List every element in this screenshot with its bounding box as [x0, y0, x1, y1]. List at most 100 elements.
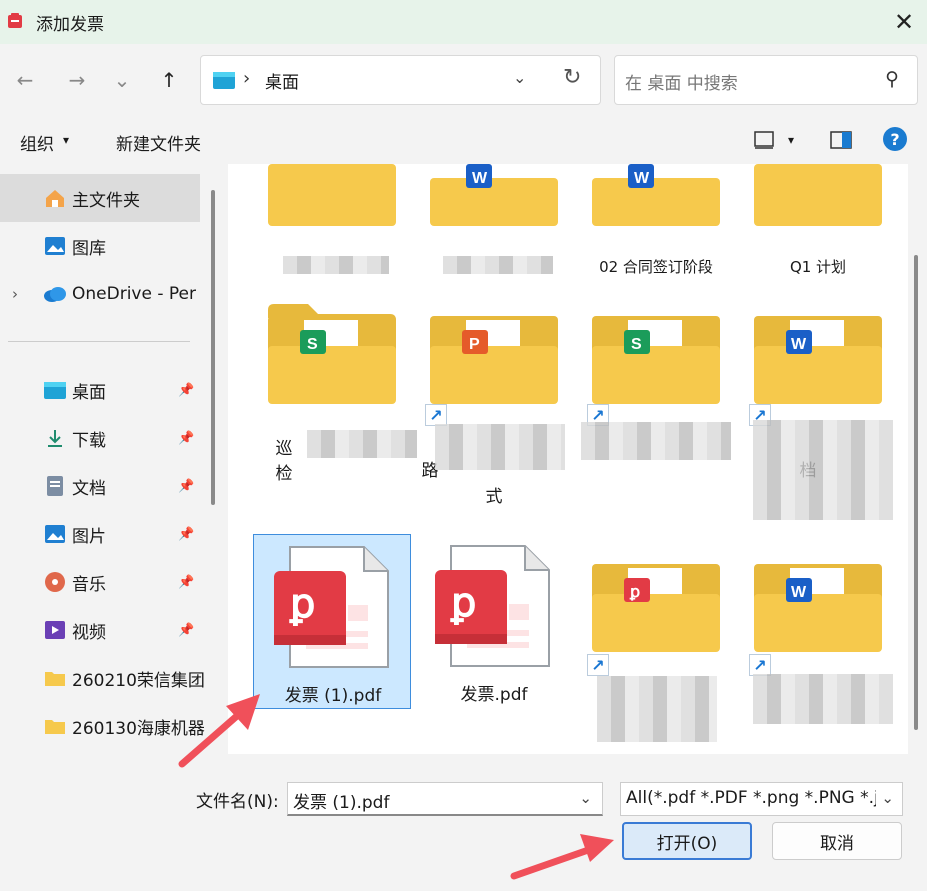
- organize-button[interactable]: 组织: [20, 130, 54, 155]
- search-input[interactable]: 在 桌面 中搜索: [625, 69, 738, 94]
- breadcrumb-desktop[interactable]: 桌面: [265, 68, 299, 93]
- folder-word-icon: W: [592, 164, 720, 226]
- sidebar-item-folder-260210[interactable]: 260210荣信集团: [0, 654, 205, 702]
- shortcut-arrow-icon: ↗: [749, 654, 771, 676]
- window-title: 添加发票: [36, 15, 104, 35]
- svg-text:ꝑ: ꝑ: [450, 581, 476, 625]
- sidebar-item-label: 桌面: [72, 382, 106, 403]
- blurred-label: [283, 256, 389, 274]
- pdf-file-icon: ꝑ: [435, 545, 550, 667]
- pin-icon[interactable]: 📌: [178, 527, 194, 542]
- filename-label: 文件名(N):: [196, 792, 279, 812]
- folder-item[interactable]: W: [415, 164, 573, 284]
- sidebar-item-label: 文档: [72, 478, 106, 499]
- folder-item[interactable]: S ↗: [577, 294, 735, 514]
- folder-item[interactable]: ꝑ ↗: [577, 534, 735, 744]
- navigation-pane: 主文件夹 图库 › OneDrive - Per 桌面 📌 下载 📌 文档 📌: [0, 164, 212, 754]
- search-box[interactable]: 在 桌面 中搜索 ⚲: [614, 55, 918, 105]
- file-label: Q1 计划: [789, 258, 847, 274]
- blurred-label: [597, 676, 717, 742]
- search-icon[interactable]: ⚲: [885, 68, 899, 90]
- shortcut-arrow-icon: ↗: [425, 404, 447, 426]
- folder-item[interactable]: W ↗: [739, 534, 897, 734]
- filename-dropdown-icon[interactable]: ⌄: [579, 789, 592, 807]
- preview-pane-icon[interactable]: [830, 131, 852, 149]
- file-label: 发票 (1).pdf: [284, 686, 382, 706]
- svg-text:S: S: [307, 336, 318, 353]
- document-icon: [43, 474, 67, 498]
- close-button[interactable]: ✕: [881, 0, 927, 44]
- sidebar-item-documents[interactable]: 文档 📌: [0, 462, 200, 510]
- pin-icon[interactable]: 📌: [178, 431, 194, 446]
- cancel-button[interactable]: 取消: [772, 822, 902, 860]
- dialog-footer: 文件名(N): 发票 (1).pdf ⌄ All(*.pdf *.PDF *.p…: [0, 754, 927, 891]
- open-button[interactable]: 打开(O): [622, 822, 752, 860]
- help-icon[interactable]: ?: [883, 127, 907, 151]
- folder-sheet-icon: S: [592, 316, 720, 404]
- breadcrumb-chevron-icon[interactable]: ›: [243, 68, 250, 89]
- blurred-label: [435, 424, 565, 470]
- file-item-pdf-selected[interactable]: ꝑ 发票 (1).pdf: [253, 534, 411, 709]
- filetype-dropdown-icon[interactable]: ⌄: [881, 789, 894, 807]
- forward-button[interactable]: →: [63, 66, 91, 94]
- folder-pdf-icon: ꝑ: [592, 564, 720, 652]
- folder-item[interactable]: S 巡检: [253, 294, 417, 514]
- sidebar-scrollbar[interactable]: [211, 190, 215, 505]
- sidebar-item-folder-260130[interactable]: 260130海康机器: [0, 702, 205, 750]
- recent-locations-button[interactable]: ⌄: [108, 66, 136, 94]
- sidebar-item-home[interactable]: 主文件夹: [0, 174, 200, 222]
- app-icon: [8, 13, 22, 28]
- download-icon: [43, 426, 67, 450]
- pin-icon[interactable]: 📌: [178, 383, 194, 398]
- file-list: W W 02 合同签订阶段 Q1 计划 S 巡检 P ↗ 路 式 S ↗ W ↗…: [228, 164, 908, 754]
- folder-item[interactable]: W ↗ 档: [739, 294, 897, 524]
- sidebar-item-desktop[interactable]: 桌面 📌: [0, 366, 200, 414]
- filetype-select[interactable]: All(*.pdf *.PDF *.png *.PNG *.jpg ⌄: [620, 782, 903, 816]
- folder-item[interactable]: P ↗ 路 式: [415, 294, 573, 514]
- folder-item[interactable]: W 02 合同签订阶段: [577, 164, 735, 284]
- folder-item[interactable]: Q1 计划: [739, 164, 897, 284]
- sidebar-item-onedrive[interactable]: › OneDrive - Per: [0, 270, 200, 318]
- blurred-label: [753, 420, 893, 520]
- blurred-label: [307, 430, 417, 458]
- expand-chevron-icon[interactable]: ›: [12, 285, 18, 303]
- sidebar-item-label: 下载: [72, 430, 106, 451]
- blurred-label: [443, 256, 553, 274]
- sidebar-item-gallery[interactable]: 图库: [0, 222, 200, 270]
- filename-field[interactable]: 发票 (1).pdf ⌄: [287, 782, 603, 816]
- view-caret-icon[interactable]: ▾: [788, 133, 794, 147]
- svg-text:W: W: [472, 170, 488, 187]
- sidebar-item-label: OneDrive - Per: [72, 284, 196, 304]
- folder-item[interactable]: [253, 164, 411, 284]
- pin-icon[interactable]: 📌: [178, 479, 194, 494]
- blurred-label: [581, 422, 731, 460]
- sidebar-item-label: 图片: [72, 526, 106, 547]
- video-icon: [43, 618, 67, 642]
- refresh-icon[interactable]: ↻: [563, 65, 581, 90]
- sidebar-item-music[interactable]: 音乐 📌: [0, 558, 200, 606]
- file-label: 发票.pdf: [460, 685, 528, 705]
- organize-caret-icon[interactable]: ▾: [63, 133, 69, 147]
- sidebar-item-label: 260130海康机器: [72, 718, 205, 739]
- sidebar-item-videos[interactable]: 视频 📌: [0, 606, 200, 654]
- gallery-icon: [43, 234, 67, 258]
- filetype-value[interactable]: All(*.pdf *.PDF *.png *.PNG *.jpg: [626, 788, 876, 808]
- desktop-icon: [43, 378, 67, 402]
- new-folder-button[interactable]: 新建文件夹: [116, 130, 201, 155]
- pin-icon[interactable]: 📌: [178, 575, 194, 590]
- back-button[interactable]: ←: [11, 66, 39, 94]
- view-icon[interactable]: [754, 131, 774, 149]
- svg-text:W: W: [634, 170, 650, 187]
- file-item-pdf[interactable]: ꝑ 发票.pdf: [415, 534, 573, 709]
- svg-text:W: W: [791, 584, 807, 601]
- sidebar-item-downloads[interactable]: 下载 📌: [0, 414, 200, 462]
- address-dropdown-icon[interactable]: ⌄: [513, 68, 526, 87]
- filename-value[interactable]: 发票 (1).pdf: [293, 788, 389, 813]
- sidebar-item-pictures[interactable]: 图片 📌: [0, 510, 200, 558]
- address-bar[interactable]: › 桌面 ⌄ ↻: [200, 55, 601, 105]
- up-button[interactable]: ↑: [155, 66, 183, 94]
- cloud-icon: [43, 282, 67, 306]
- pin-icon[interactable]: 📌: [178, 623, 194, 638]
- file-list-scrollbar[interactable]: [914, 255, 918, 730]
- folder-word-icon: W: [754, 316, 882, 404]
